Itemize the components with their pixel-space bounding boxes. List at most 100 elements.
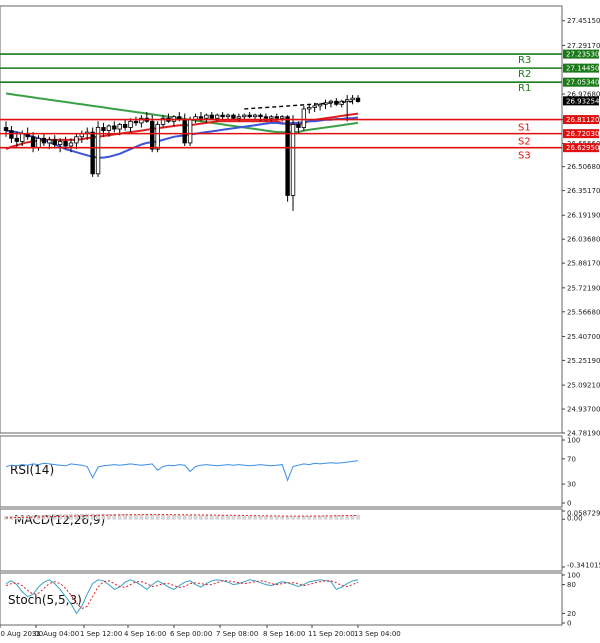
macd-bar xyxy=(161,514,165,520)
candle-body xyxy=(68,142,74,147)
price-tick-label: 26.03680 xyxy=(567,236,600,244)
time-tick-label: 8 Sep 16:00 xyxy=(263,630,305,638)
stoch-tick-label: 0 xyxy=(567,620,571,628)
candle-body xyxy=(101,127,106,131)
macd-bar xyxy=(210,515,214,520)
level-name-s2: S2 xyxy=(518,137,531,148)
candle-body xyxy=(57,140,63,145)
macd-bar xyxy=(58,514,62,520)
rsi-tick-label: 30 xyxy=(567,481,576,489)
price-tick-label: 26.35170 xyxy=(567,187,600,195)
price-tick-label: 25.72190 xyxy=(567,284,600,292)
candle-body xyxy=(182,119,187,144)
candle-body xyxy=(317,103,323,107)
price-tick-label: 26.19190 xyxy=(567,212,600,220)
macd-bar xyxy=(63,514,68,520)
candle-body xyxy=(117,124,122,130)
price-tick-label: 25.09210 xyxy=(567,382,600,390)
candle-body xyxy=(220,114,225,118)
level-name-r3: R3 xyxy=(518,55,531,66)
macd-bar xyxy=(280,516,284,520)
candle-body xyxy=(204,114,209,119)
candle-body xyxy=(155,124,160,150)
macd-bar xyxy=(237,515,241,520)
macd-bar xyxy=(90,513,95,520)
macd-bar xyxy=(193,515,198,520)
rsi-tick-label: 70 xyxy=(567,455,576,463)
macd-bar xyxy=(285,516,290,520)
candle xyxy=(285,115,290,202)
stoch-tick-label: 100 xyxy=(567,572,580,580)
macd-bar xyxy=(258,516,263,520)
macd-bar xyxy=(155,514,160,520)
current-price-label: 26.93254 xyxy=(566,97,600,105)
price-tick-label: 25.56680 xyxy=(567,308,600,316)
candle-body xyxy=(225,114,231,118)
candle-body xyxy=(209,114,214,119)
level-price-label: 27.05340 xyxy=(566,79,599,87)
macd-bar xyxy=(128,514,133,520)
macd-bar xyxy=(247,515,252,520)
candle-body xyxy=(36,137,41,148)
candle-body xyxy=(122,124,128,128)
macd-bar xyxy=(69,514,73,520)
level-price-label: 26.72030 xyxy=(566,130,599,138)
macd-bar xyxy=(242,515,246,520)
time-tick-label: 7 Sep 08:00 xyxy=(216,630,258,638)
candle-body xyxy=(269,116,274,119)
candle-body xyxy=(47,139,52,144)
candle-body xyxy=(133,120,139,124)
price-tick-label: 27.45150 xyxy=(567,17,600,25)
candle-body xyxy=(9,130,14,139)
level-name-r2: R2 xyxy=(518,69,531,80)
candle-body xyxy=(95,127,101,175)
macd-bar xyxy=(177,514,181,520)
level-price-label: 26.62950 xyxy=(566,144,599,152)
macd-bar xyxy=(74,514,79,520)
macd-bar xyxy=(215,515,219,520)
macd-bar xyxy=(188,515,192,520)
candle-body xyxy=(279,116,285,119)
candle-body xyxy=(128,120,133,128)
stoch-title: Stoch(5,5,3) xyxy=(8,593,82,607)
candle-body xyxy=(14,137,20,142)
macd-bar xyxy=(275,516,279,520)
candle-body xyxy=(63,140,68,147)
macd-bar xyxy=(150,514,154,520)
candle-body xyxy=(247,114,252,118)
candle-body xyxy=(198,116,204,119)
macd-bar xyxy=(139,514,144,520)
rsi-tick-label: 100 xyxy=(567,437,580,445)
candle-body xyxy=(296,124,301,128)
macd-bar xyxy=(269,516,274,520)
candle-body xyxy=(187,119,193,144)
price-tick-label: 25.88170 xyxy=(567,260,600,268)
candle-body xyxy=(242,114,247,118)
candle-body xyxy=(231,114,236,119)
macd-bar xyxy=(296,516,301,520)
candle-body xyxy=(274,116,279,119)
chart-background xyxy=(0,0,600,643)
rsi-title: RSI(14) xyxy=(10,463,54,477)
macd-bar xyxy=(204,515,209,520)
macd-bar xyxy=(302,516,306,520)
macd-bar xyxy=(166,514,171,520)
candle-body xyxy=(3,127,9,131)
candle-body xyxy=(312,105,317,108)
stoch-tick-label: 80 xyxy=(567,581,576,589)
candle-body xyxy=(258,114,263,118)
time-tick-label: 13 Sep 04:00 xyxy=(354,630,401,638)
macd-bar xyxy=(312,515,317,520)
level-name-s1: S1 xyxy=(518,123,531,134)
macd-bar xyxy=(85,513,89,520)
candle-body xyxy=(74,136,79,144)
candle-body xyxy=(52,139,57,145)
level-name-s3: S3 xyxy=(518,151,531,162)
macd-bar xyxy=(307,516,311,520)
candle-body xyxy=(20,133,25,142)
candle xyxy=(95,121,101,177)
macd-bar xyxy=(199,515,203,520)
time-tick-label: 11 Sep 20:00 xyxy=(308,630,355,638)
time-tick-label: 31 Aug 04:00 xyxy=(32,630,79,638)
macd-bar xyxy=(291,516,295,520)
